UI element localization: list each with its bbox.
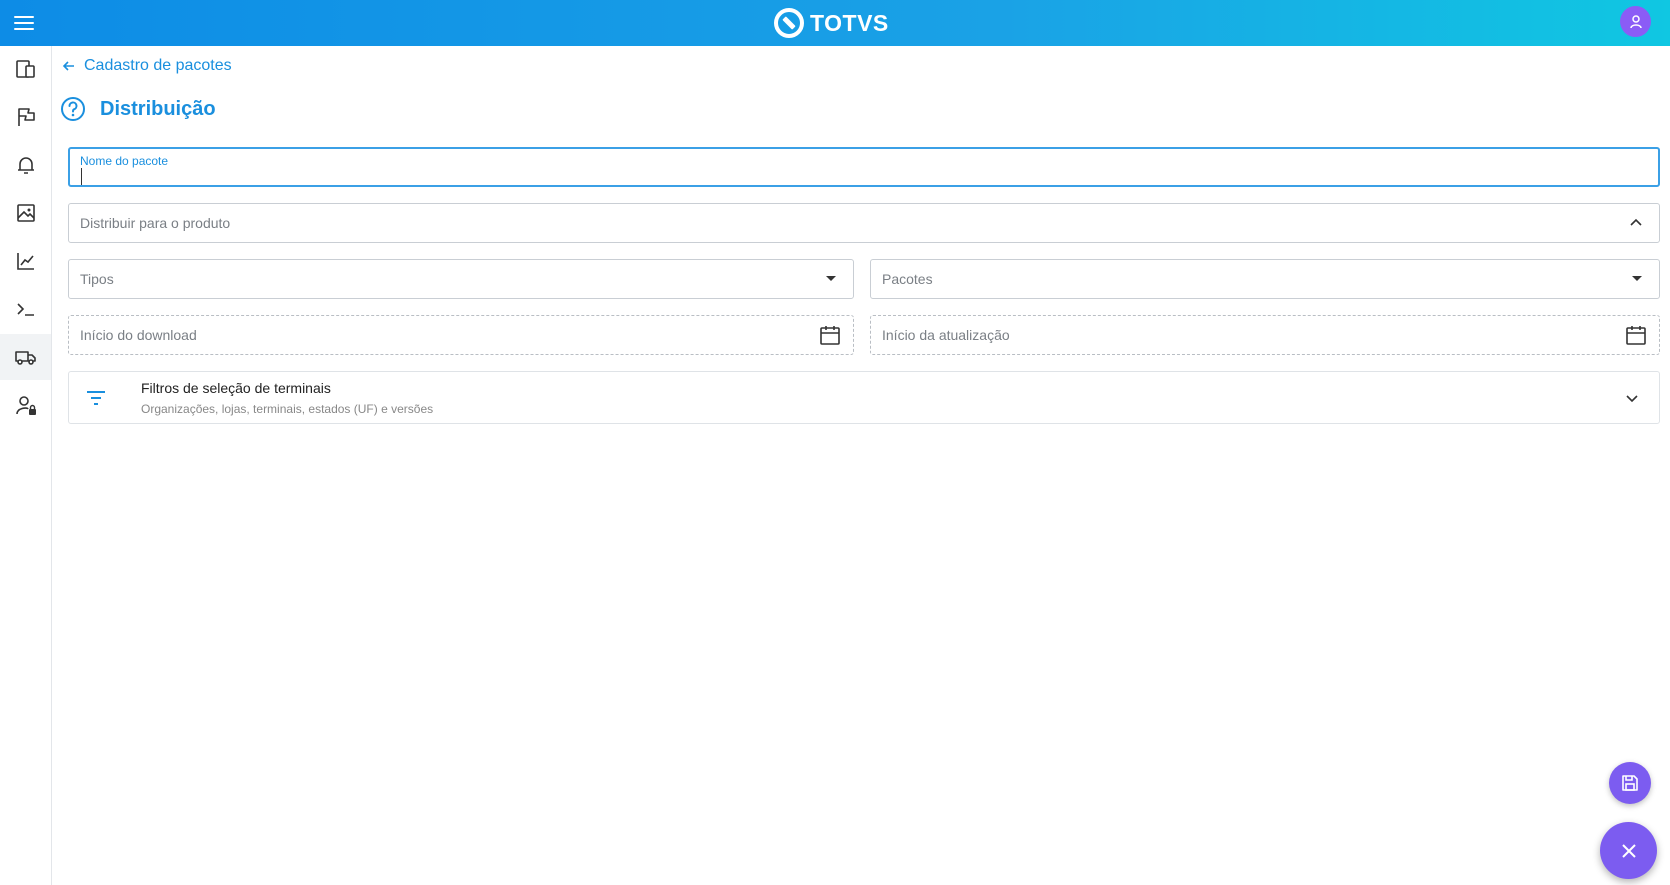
sidebar: [0, 46, 52, 885]
download-start-datepicker[interactable]: Início do download: [68, 315, 854, 355]
logo: TOTVS: [774, 7, 889, 39]
product-select[interactable]: Distribuir para o produto: [68, 203, 1660, 243]
flag-icon: [17, 108, 35, 126]
packages-placeholder: Pacotes: [882, 271, 933, 287]
types-select[interactable]: Tipos: [68, 259, 854, 299]
back-link[interactable]: Cadastro de pacotes: [62, 57, 232, 75]
save-icon: [1622, 775, 1638, 791]
update-start-datepicker[interactable]: Início da atualização: [870, 315, 1660, 355]
package-name-label: Nome do pacote: [80, 154, 169, 168]
close-icon: [1621, 843, 1636, 858]
logo-text: TOTVS: [810, 9, 889, 36]
product-placeholder: Distribuir para o produto: [80, 215, 231, 231]
terminal-filters-panel[interactable]: Filtros de seleção de terminais Organiza…: [68, 371, 1660, 424]
download-start-placeholder: Início do download: [80, 327, 197, 343]
text-caret: [81, 168, 82, 185]
arrow-left-icon: [62, 61, 74, 71]
image-icon: [16, 204, 35, 222]
menu-icon[interactable]: [12, 11, 36, 35]
sidebar-item-devices[interactable]: [0, 46, 51, 92]
user-icon: [1629, 14, 1642, 28]
package-name-input[interactable]: Nome do pacote: [68, 147, 1660, 187]
chart-line-icon: [16, 253, 34, 270]
save-button[interactable]: [1609, 762, 1651, 804]
page-header: Distribuição: [60, 96, 216, 122]
user-lock-icon: [15, 396, 36, 415]
terminal-icon: [16, 303, 34, 316]
types-placeholder: Tipos: [80, 271, 114, 287]
update-start-placeholder: Início da atualização: [882, 327, 1010, 343]
sidebar-item-images[interactable]: [0, 190, 51, 236]
calendar-icon[interactable]: [1625, 324, 1647, 346]
chevron-down-icon[interactable]: [1625, 391, 1639, 405]
packages-select[interactable]: Pacotes: [870, 259, 1660, 299]
sidebar-item-notifications[interactable]: [0, 142, 51, 188]
caret-down-icon[interactable]: [825, 275, 837, 283]
truck-icon: [14, 351, 36, 365]
close-button[interactable]: [1600, 822, 1657, 879]
sidebar-item-user-security[interactable]: [0, 382, 51, 428]
caret-down-icon[interactable]: [1631, 275, 1643, 283]
chevron-up-icon[interactable]: [1629, 216, 1643, 230]
bell-icon: [17, 157, 34, 174]
page-title: Distribuição: [100, 97, 216, 120]
sidebar-item-distribution[interactable]: [0, 334, 51, 380]
devices-icon: [15, 60, 35, 78]
sidebar-item-terminal[interactable]: [0, 286, 51, 332]
filters-subtitle: Organizações, lojas, terminais, estados …: [141, 402, 434, 416]
help-icon[interactable]: [60, 96, 86, 122]
user-avatar[interactable]: [1620, 6, 1651, 37]
calendar-icon[interactable]: [819, 324, 841, 346]
top-bar: TOTVS: [0, 0, 1670, 46]
sidebar-item-flag[interactable]: [0, 94, 51, 140]
totvs-logo-icon: [774, 8, 804, 38]
back-link-label: Cadastro de pacotes: [84, 57, 232, 74]
filter-icon: [87, 391, 105, 405]
filters-title: Filtros de seleção de terminais: [141, 380, 331, 396]
sidebar-item-analytics[interactable]: [0, 238, 51, 284]
